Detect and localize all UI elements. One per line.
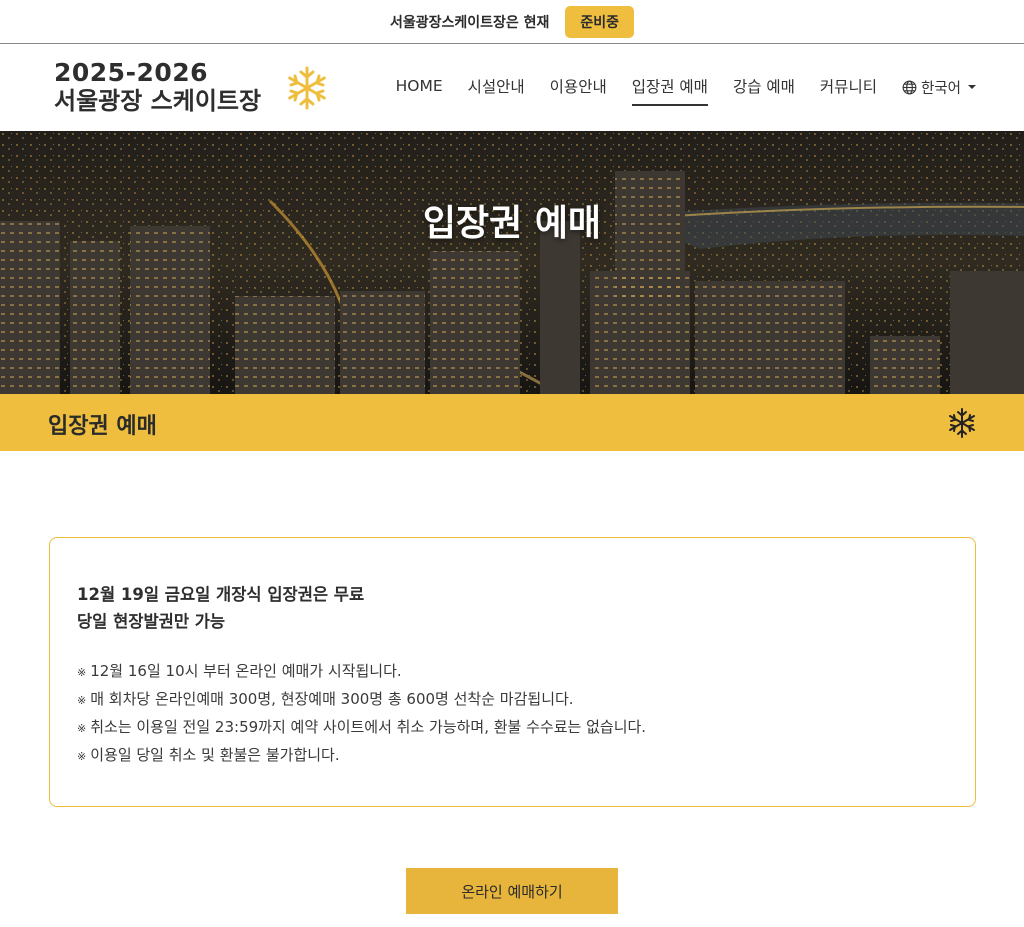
reference-mark-icon: ※ — [77, 750, 87, 763]
notice-item-text: 취소는 이용일 전일 23:59까지 예약 사이트에서 취소 가능하며, 환불 … — [90, 718, 647, 736]
list-item: ※ 이용일 당일 취소 및 환불은 불가합니다. — [77, 742, 646, 770]
section-title: 입장권 예매 — [48, 414, 157, 439]
snowflake-logo-icon — [288, 66, 326, 110]
site-logo[interactable]: 2025-2026 서울광장 스케이트장 — [54, 58, 326, 116]
chevron-down-icon — [968, 85, 976, 89]
notice-item-text: 이용일 당일 취소 및 환불은 불가합니다. — [90, 746, 340, 764]
hero-title: 입장권 예매 — [422, 203, 602, 244]
nav-item-ticket[interactable]: 입장권 예매 — [631, 75, 708, 106]
status-badge: 준비중 — [565, 5, 635, 38]
nav-item-home[interactable]: HOME — [396, 77, 443, 104]
nav-item-usage[interactable]: 이용안내 — [550, 75, 607, 106]
nav-item-facility[interactable]: 시설안내 — [468, 75, 525, 106]
language-label: 한국어 — [920, 80, 961, 97]
notice-headline: 12월 19일 금요일 개장식 입장권은 무료 당일 현장발권만 가능 — [77, 581, 364, 635]
reference-mark-icon: ※ — [77, 694, 87, 707]
notice-item-text: 매 회차당 온라인예매 300명, 현장예매 300명 총 600명 선착순 마… — [90, 690, 574, 708]
hero-banner: 입장권 예매 — [0, 131, 1024, 394]
site-header: 2025-2026 서울광장 스케이트장 HOME 시설안내 이용안내 입장권 … — [0, 45, 1024, 131]
list-item: ※ 취소는 이용일 전일 23:59까지 예약 사이트에서 취소 가능하며, 환불… — [77, 714, 646, 742]
notice-list: ※ 12월 16일 10시 부터 온라인 예매가 시작됩니다. ※ 매 회차당 온라… — [77, 658, 646, 770]
nav-item-community[interactable]: 커뮤니티 — [820, 75, 877, 106]
list-item: ※ 매 회차당 온라인예매 300명, 현장예매 300명 총 600명 선착순 … — [77, 686, 646, 714]
globe-icon — [902, 80, 917, 94]
language-selector[interactable]: 한국어 — [902, 77, 976, 105]
notice-headline-line: 12월 19일 금요일 개장식 입장권은 무료 — [77, 585, 365, 604]
status-text: 서울광장스케이트장은 현재 — [389, 14, 550, 31]
city-night-image — [0, 131, 1024, 394]
notice-headline-line: 당일 현장발권만 가능 — [77, 612, 226, 631]
reference-mark-icon: ※ — [77, 666, 87, 679]
reference-mark-icon: ※ — [77, 722, 87, 735]
nav-item-lesson[interactable]: 강습 예매 — [733, 75, 795, 106]
logo-name: 서울광장 스케이트장 — [54, 87, 262, 115]
notice-box: 12월 19일 금요일 개장식 입장권은 무료 당일 현장발권만 가능 ※ 12월… — [49, 537, 976, 807]
main-nav: HOME 시설안내 이용안내 입장권 예매 강습 예매 커뮤니티 한국어 — [371, 75, 976, 106]
logo-year: 2025-2026 — [54, 58, 209, 87]
status-bar: 서울광장스케이트장은 현재 준비중 — [0, 0, 1024, 44]
online-reserve-button[interactable]: 온라인 예매하기 — [406, 868, 618, 914]
logo-text: 2025-2026 서울광장 스케이트장 — [54, 58, 262, 116]
notice-item-text: 12월 16일 10시 부터 온라인 예매가 시작됩니다. — [90, 662, 402, 680]
section-header: 입장권 예매 — [0, 394, 1024, 451]
list-item: ※ 12월 16일 10시 부터 온라인 예매가 시작됩니다. — [77, 658, 646, 686]
snowflake-icon — [949, 408, 975, 438]
